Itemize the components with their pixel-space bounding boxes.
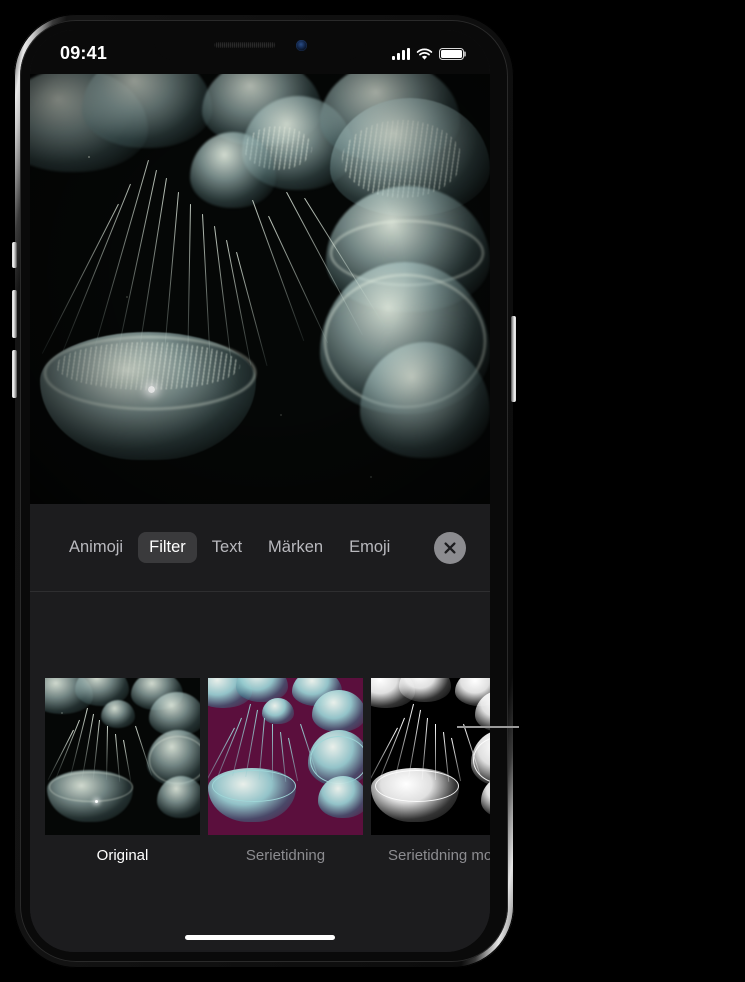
battery-full-icon bbox=[439, 48, 467, 60]
photo-preview[interactable] bbox=[30, 74, 490, 504]
iphone-device-frame: 09:41 Animoji Filter Text Märken Emoji O… bbox=[12, 14, 516, 968]
filter-panel: Original Serietidning Serietidning mo bbox=[30, 593, 490, 952]
wifi-icon bbox=[416, 48, 433, 60]
status-bar-time: 09:41 bbox=[60, 43, 108, 63]
volume-up-button[interactable] bbox=[12, 290, 17, 338]
status-bar-icons bbox=[392, 48, 467, 61]
speaker-grille-icon bbox=[213, 42, 276, 48]
close-x-icon bbox=[444, 541, 456, 554]
volume-down-button[interactable] bbox=[12, 350, 17, 398]
thumbnail-image-original bbox=[45, 678, 200, 835]
device-screen: 09:41 Animoji Filter Text Märken Emoji O… bbox=[30, 30, 490, 952]
thumbnail-image-serietidning bbox=[208, 678, 363, 835]
filter-carousel[interactable]: Original Serietidning Serietidning mo bbox=[45, 678, 490, 865]
cellular-signal-icon bbox=[392, 48, 410, 60]
filter-thumbnail-original[interactable] bbox=[45, 678, 200, 835]
thumbnail-image-serietidning-mono bbox=[371, 678, 490, 835]
filter-thumbnail-serietidning[interactable] bbox=[208, 678, 363, 835]
tab-marken[interactable]: Märken bbox=[257, 532, 334, 563]
power-button[interactable] bbox=[511, 316, 516, 402]
filter-label-serietidning: Serietidning bbox=[245, 847, 326, 864]
filter-option-serietidning[interactable]: Serietidning bbox=[208, 678, 363, 865]
filter-thumbnail-serietidning-mono[interactable] bbox=[371, 678, 490, 835]
tab-emoji[interactable]: Emoji bbox=[338, 532, 401, 563]
mute-switch[interactable] bbox=[12, 242, 17, 268]
callout-leader-line bbox=[457, 726, 519, 728]
editor-mode-tabs: Animoji Filter Text Märken Emoji bbox=[58, 532, 434, 563]
tab-text[interactable]: Text bbox=[201, 532, 253, 563]
tab-animoji[interactable]: Animoji bbox=[58, 532, 134, 563]
battery-fill-level bbox=[441, 50, 462, 58]
filter-label-original: Original bbox=[96, 847, 149, 864]
filter-option-serietidning-mono[interactable]: Serietidning mono bbox=[371, 678, 490, 865]
home-indicator[interactable] bbox=[185, 935, 335, 940]
battery-cap bbox=[464, 51, 467, 57]
tab-filter[interactable]: Filter bbox=[138, 532, 197, 563]
filter-label-serietidning-mono: Serietidning mono bbox=[388, 847, 490, 864]
close-button[interactable] bbox=[434, 531, 466, 564]
device-notch bbox=[154, 30, 366, 60]
editor-toolbar: Animoji Filter Text Märken Emoji bbox=[30, 504, 490, 592]
front-camera-icon bbox=[295, 39, 307, 51]
filter-option-original[interactable]: Original bbox=[45, 678, 200, 865]
